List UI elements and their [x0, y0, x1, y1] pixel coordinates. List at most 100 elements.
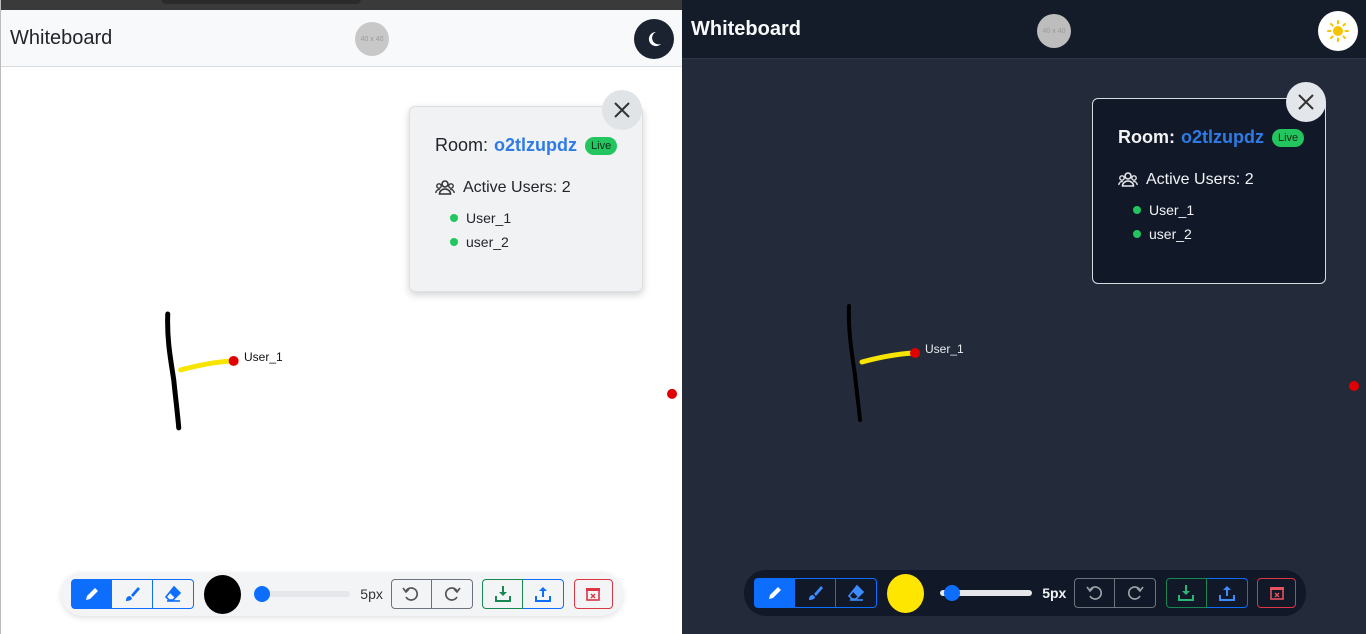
- theme-toggle-button[interactable]: [634, 19, 674, 59]
- color-picker[interactable]: [887, 573, 924, 613]
- users-icon: [1118, 172, 1138, 187]
- room-label: Room:: [1118, 127, 1175, 147]
- close-icon: [1298, 94, 1314, 110]
- drawing-canvas[interactable]: [682, 0, 1366, 634]
- online-dot: [1133, 230, 1141, 238]
- brush-tool-button[interactable]: [112, 579, 153, 609]
- active-users-label: Active Users: 2: [1146, 171, 1254, 188]
- close-icon: [614, 102, 630, 118]
- avatar[interactable]: 40 x 40: [1037, 14, 1071, 48]
- moon-icon: [648, 31, 662, 47]
- history-group: [390, 579, 473, 609]
- clear-canvas-button[interactable]: [573, 579, 613, 609]
- user-list-item: User_1: [1133, 202, 1195, 218]
- color-picker[interactable]: [204, 574, 242, 614]
- user-list-item: user_2: [1133, 226, 1192, 242]
- brush-size-slider[interactable]: [939, 585, 1033, 601]
- sun-icon: [1327, 20, 1349, 42]
- active-users-label: Active Users: 2: [463, 179, 571, 196]
- yellow-stroke: [178, 358, 236, 373]
- pencil-tool-button[interactable]: [71, 579, 112, 609]
- user-name: User_1: [1149, 202, 1195, 218]
- redo-button[interactable]: [431, 579, 473, 609]
- brush-size-slider[interactable]: [254, 586, 351, 602]
- download-button[interactable]: [482, 579, 524, 609]
- room-id: o2tlzupdz: [1181, 127, 1264, 147]
- user-name: User_1: [466, 210, 512, 226]
- brush-size-label: 5px: [360, 586, 383, 602]
- pencil-icon: [768, 587, 781, 599]
- undo-icon: [1086, 586, 1102, 600]
- brush-icon: [126, 587, 140, 601]
- room-id: o2tlzupdz: [494, 135, 578, 155]
- remote-cursor-dot: [228, 355, 239, 366]
- redo-icon: [444, 587, 461, 601]
- clear-canvas-button[interactable]: [1257, 578, 1296, 608]
- eraser-icon: [847, 584, 865, 601]
- tool-group: [754, 578, 877, 608]
- remote-cursor-label: User_1: [244, 350, 283, 364]
- local-cursor-dot: [667, 388, 678, 399]
- window-top-strip: [1, 0, 682, 10]
- download-icon: [494, 586, 511, 602]
- undo-button[interactable]: [1074, 578, 1116, 608]
- remote-cursor-dot: [910, 348, 920, 358]
- history-group: [1074, 578, 1157, 608]
- user-name: user_2: [1149, 226, 1192, 242]
- close-room-card-button[interactable]: [1286, 82, 1326, 122]
- online-dot: [450, 214, 458, 222]
- eraser-icon: [164, 585, 182, 602]
- black-stroke: [846, 304, 862, 422]
- app-title: Whiteboard: [691, 17, 801, 40]
- room-info-card: Room: o2tlzupdz Live Active Users: 2 Use…: [1092, 98, 1326, 284]
- download-icon: [1178, 585, 1195, 601]
- eraser-tool-button[interactable]: [836, 578, 877, 608]
- upload-button[interactable]: [1206, 578, 1248, 608]
- drawing-canvas[interactable]: [1, 0, 682, 634]
- undo-button[interactable]: [390, 579, 432, 609]
- pencil-tool-button[interactable]: [754, 578, 795, 608]
- users-icon: [435, 180, 455, 195]
- upload-button[interactable]: [523, 579, 565, 609]
- active-users-line: Active Users: 2: [435, 179, 571, 197]
- upload-icon: [535, 587, 552, 602]
- light-whiteboard-pane: Whiteboard 40 x 40 User_1 Room: o2tlzupd…: [0, 0, 682, 634]
- dark-whiteboard-pane: Whiteboard 40 x 40 User_1 Room: o2tlzupd…: [682, 0, 1366, 634]
- brush-icon: [809, 586, 823, 600]
- brush-tool-button[interactable]: [795, 578, 836, 608]
- undo-icon: [402, 587, 419, 601]
- slider-thumb[interactable]: [943, 585, 960, 601]
- active-users-line: Active Users: 2: [1118, 171, 1254, 189]
- user-name: user_2: [466, 234, 509, 250]
- user-list-item: User_1: [450, 210, 512, 226]
- brush-size-label: 5px: [1042, 585, 1067, 601]
- tool-group: [71, 579, 194, 609]
- slider-thumb[interactable]: [254, 586, 271, 602]
- online-dot: [1133, 206, 1141, 214]
- close-room-card-button[interactable]: [602, 90, 642, 130]
- theme-toggle-button[interactable]: [1318, 11, 1358, 51]
- remote-cursor-label: User_1: [925, 342, 964, 356]
- pencil-icon: [85, 588, 98, 600]
- trash-icon: [586, 588, 601, 601]
- drawing-toolbar: 5px: [744, 570, 1306, 616]
- drawing-toolbar: 5px: [61, 572, 623, 616]
- avatar[interactable]: 40 x 40: [355, 22, 389, 56]
- status-badge: Live: [1272, 128, 1305, 147]
- window-tab-pill: [161, 0, 361, 4]
- file-group: [1165, 578, 1248, 608]
- upload-icon: [1218, 586, 1235, 601]
- redo-icon: [1128, 586, 1145, 600]
- file-group: [482, 579, 565, 609]
- black-stroke: [165, 311, 182, 431]
- download-button[interactable]: [1165, 578, 1207, 608]
- room-info-card: Room: o2tlzupdz Live Active Users: 2 Use…: [409, 106, 643, 292]
- trash-icon: [1269, 587, 1284, 600]
- online-dot: [450, 238, 458, 246]
- app-header: Whiteboard 40 x 40: [682, 0, 1366, 59]
- status-badge: Live: [585, 136, 618, 155]
- eraser-tool-button[interactable]: [153, 579, 194, 609]
- room-label: Room:: [435, 135, 489, 155]
- app-title: Whiteboard: [10, 26, 113, 49]
- redo-button[interactable]: [1115, 578, 1157, 608]
